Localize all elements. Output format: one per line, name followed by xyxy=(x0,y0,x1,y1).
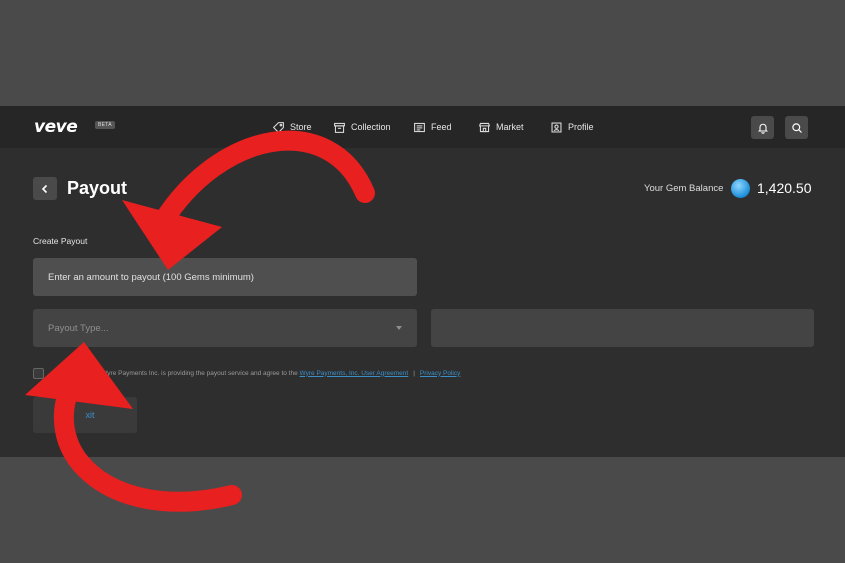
payout-amount-input[interactable] xyxy=(33,258,417,296)
beta-badge: BETA xyxy=(95,121,115,129)
agreement-checkbox[interactable] xyxy=(33,367,44,379)
nav-item-label: Store xyxy=(290,122,312,132)
profile-icon xyxy=(551,122,562,132)
back-button[interactable] xyxy=(33,177,57,200)
user-agreement-link[interactable]: Wyre Payments, Inc. User Agreement xyxy=(300,370,409,377)
nav-item-label: Collection xyxy=(351,122,391,132)
payout-type-placeholder: Payout Type... xyxy=(48,322,109,334)
gem-balance-value: 1,420.50 xyxy=(757,180,812,196)
link-separator: | xyxy=(413,369,415,377)
nav-item-feed[interactable]: Feed xyxy=(413,119,452,135)
top-navbar: veve BETA Store Collection Feed Market P… xyxy=(0,106,845,148)
nav-item-profile[interactable]: Profile xyxy=(550,119,594,135)
news-icon xyxy=(414,122,425,132)
caret-down-icon xyxy=(396,326,402,330)
agreement-text: at Wyre Payments Inc. is providing the p… xyxy=(94,369,298,377)
search-icon xyxy=(791,122,802,133)
gem-balance-label: Your Gem Balance xyxy=(644,183,724,194)
nav-item-label: Market xyxy=(496,122,524,132)
section-label: Create Payout xyxy=(33,236,88,246)
notifications-button[interactable] xyxy=(751,116,774,139)
tag-icon xyxy=(272,121,284,133)
veve-logo[interactable]: veve xyxy=(34,117,78,137)
gem-icon xyxy=(731,179,750,198)
payout-destination-field[interactable] xyxy=(431,309,814,347)
submit-button[interactable]: xit xyxy=(33,397,137,433)
nav-item-label: Feed xyxy=(431,122,452,132)
agreement-row: at Wyre Payments Inc. is providing the p… xyxy=(33,366,460,380)
archive-icon xyxy=(334,122,345,133)
nav-item-collection[interactable]: Collection xyxy=(333,119,391,135)
page-title: Payout xyxy=(67,178,128,198)
submit-button-label: xit xyxy=(85,410,95,420)
outer-background-top xyxy=(0,0,845,106)
privacy-policy-link[interactable]: Privacy Policy xyxy=(420,370,460,377)
bell-icon xyxy=(757,123,768,134)
outer-background-bottom xyxy=(0,457,845,563)
app-window: veve BETA Store Collection Feed Market P… xyxy=(0,106,845,457)
nav-item-store[interactable]: Store xyxy=(272,119,312,135)
storefront-icon xyxy=(478,122,491,132)
nav-item-market[interactable]: Market xyxy=(478,119,524,135)
search-button[interactable] xyxy=(785,116,808,139)
payout-type-select[interactable]: Payout Type... xyxy=(33,309,417,347)
chevron-left-icon xyxy=(41,184,48,193)
nav-item-label: Profile xyxy=(568,122,594,132)
